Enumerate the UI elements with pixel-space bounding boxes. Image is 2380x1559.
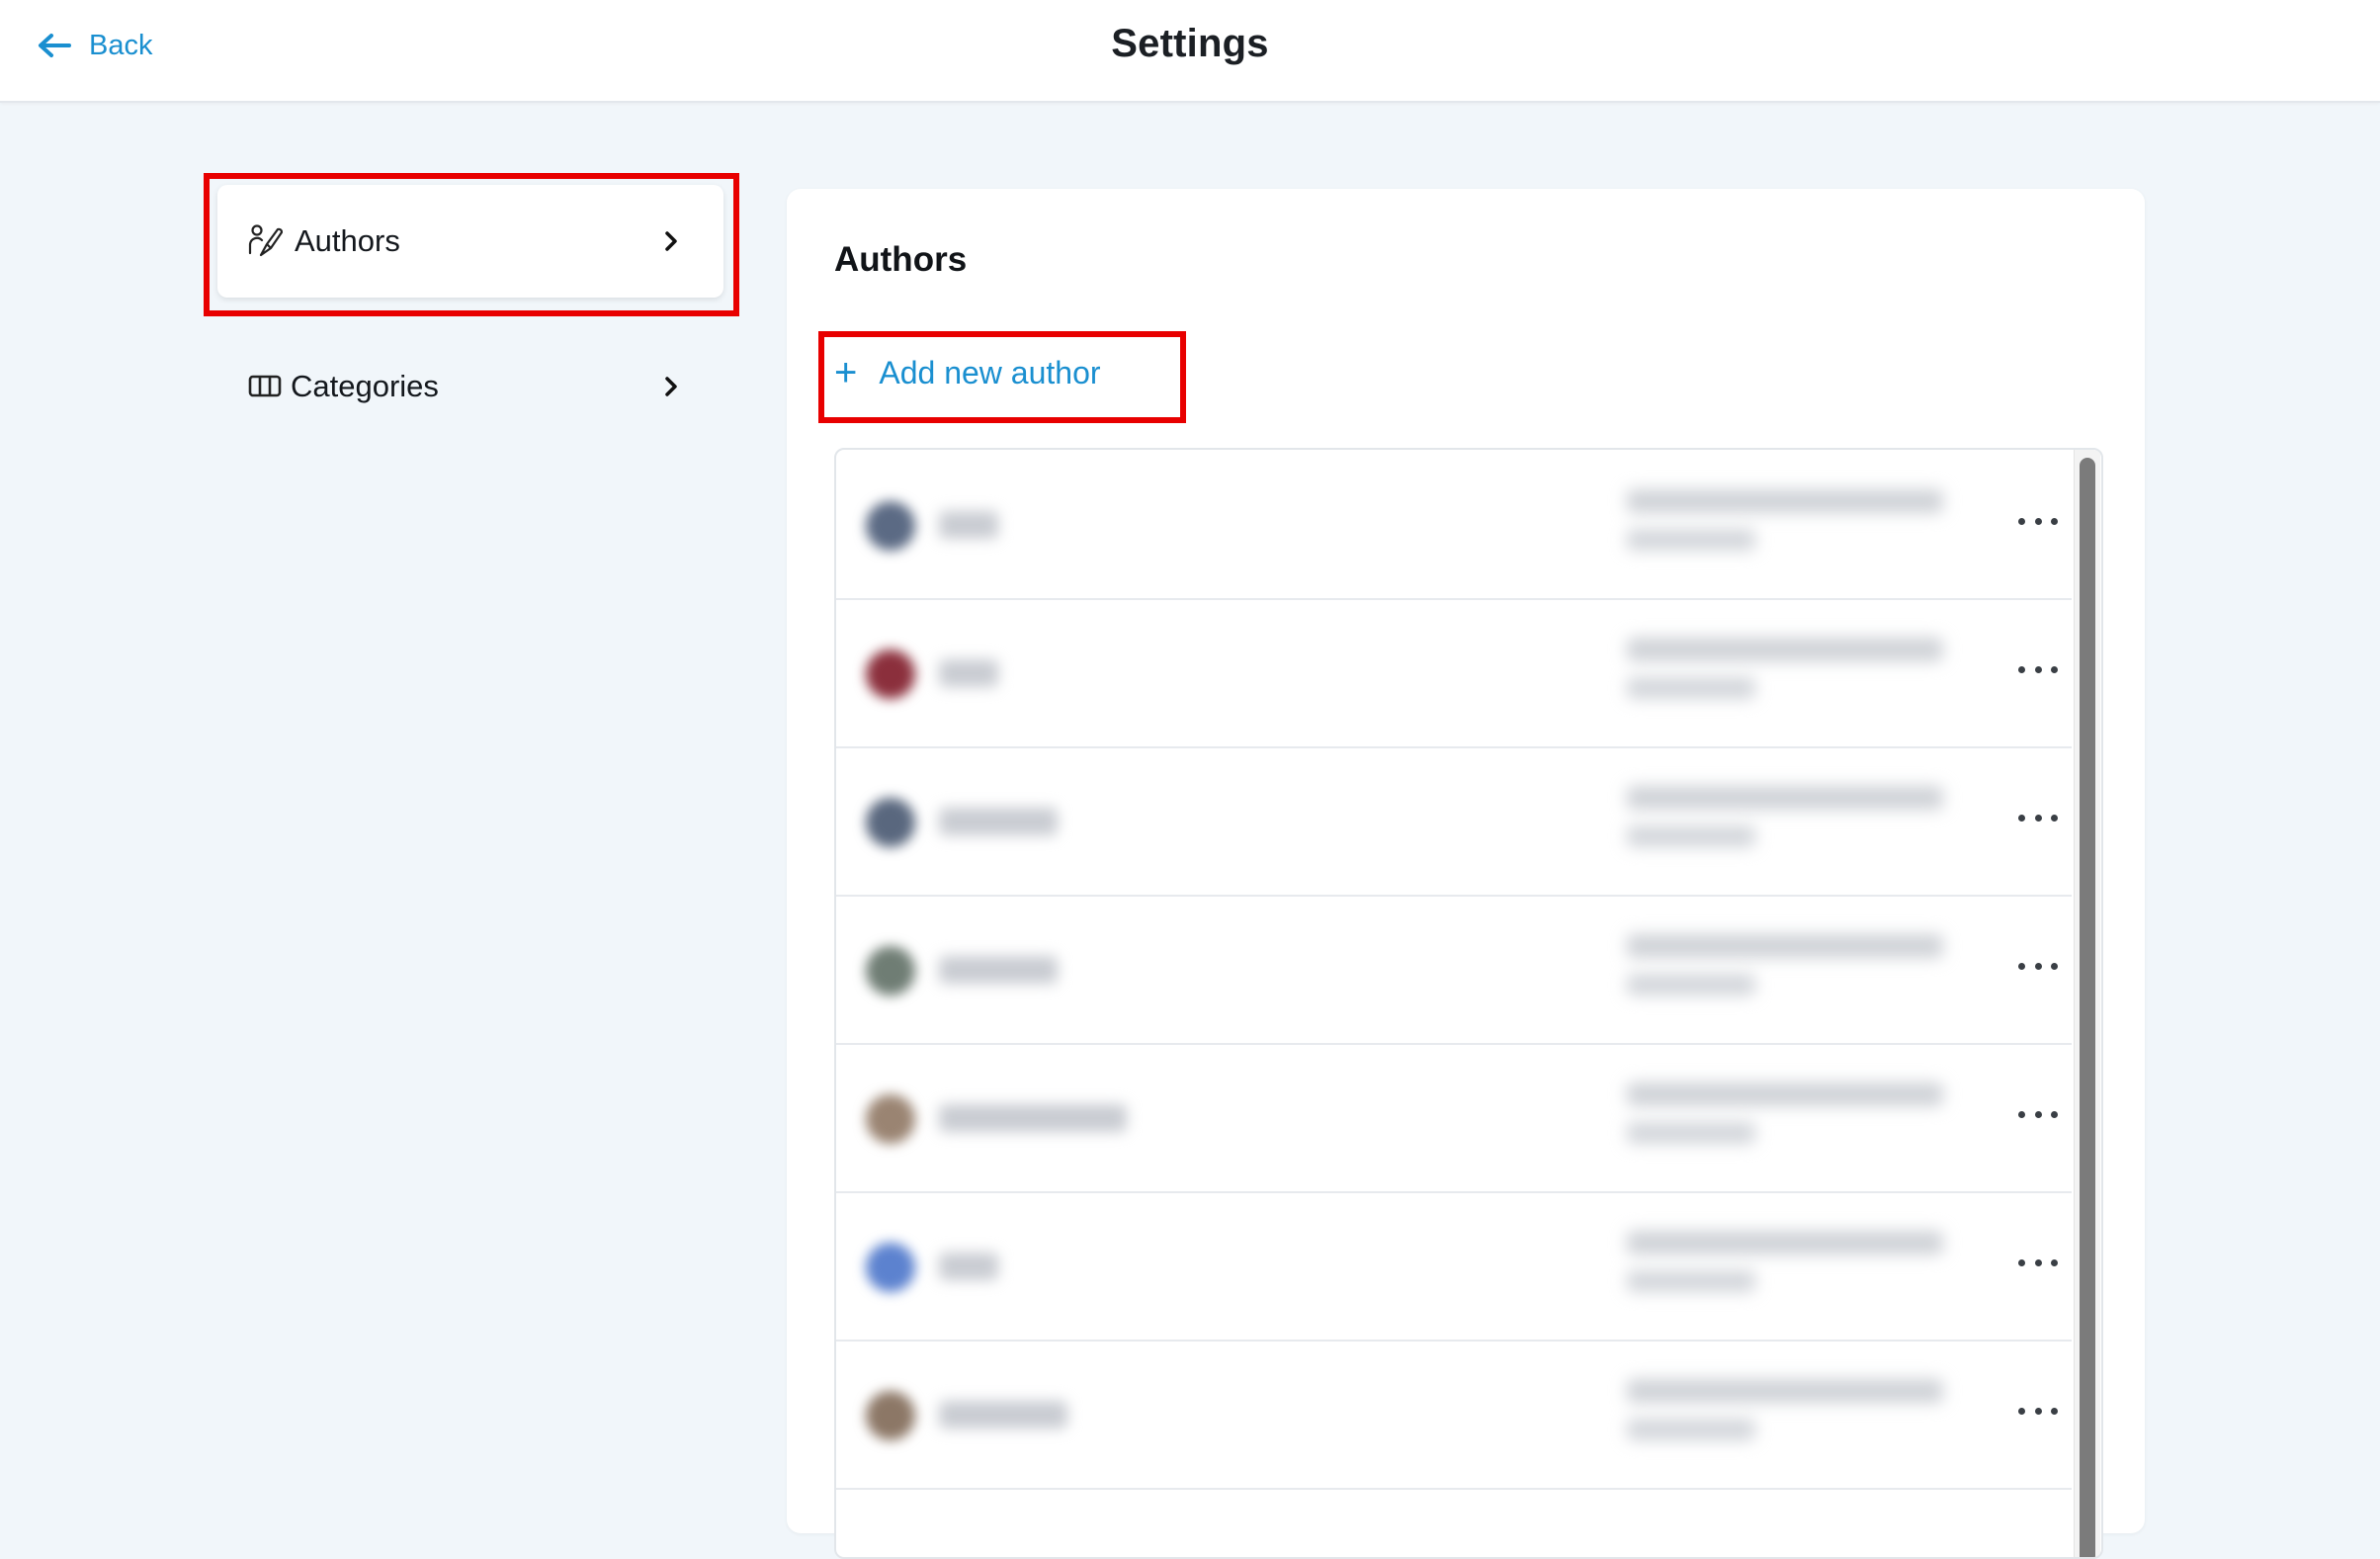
more-options-icon[interactable] — [2018, 651, 2058, 687]
avatar — [866, 650, 915, 699]
author-meta-blurred — [1627, 1379, 1943, 1403]
list-item[interactable] — [836, 895, 2072, 1045]
author-meta-blurred — [1627, 489, 1943, 513]
top-bar: Back Settings — [0, 0, 2380, 103]
author-name-blurred — [939, 808, 1058, 835]
chevron-right-icon — [665, 377, 677, 396]
panel-title: Authors — [834, 240, 968, 279]
add-new-author-label: Add new author — [879, 354, 1101, 390]
author-name-blurred — [939, 1253, 998, 1280]
page-title: Settings — [1111, 22, 1269, 65]
authors-icon — [248, 224, 283, 257]
authors-list — [834, 448, 2103, 1559]
author-meta-blurred — [1627, 677, 1755, 699]
chevron-right-icon — [665, 231, 677, 251]
list-item[interactable] — [836, 1340, 2072, 1490]
author-name-blurred — [939, 511, 998, 539]
avatar — [866, 798, 915, 847]
author-name-blurred — [939, 659, 998, 687]
avatar — [866, 1391, 915, 1440]
plus-icon: + — [834, 351, 858, 394]
author-meta-blurred — [1627, 974, 1755, 996]
sidebar-item-categories[interactable]: Categories — [217, 330, 723, 443]
more-options-icon[interactable] — [2018, 1096, 2058, 1132]
sidebar-item-label: Categories — [291, 369, 439, 403]
author-meta-blurred — [1627, 825, 1755, 847]
avatar — [866, 1243, 915, 1292]
more-options-icon[interactable] — [2018, 1393, 2058, 1429]
more-options-icon[interactable] — [2018, 948, 2058, 984]
author-meta-blurred — [1627, 638, 1943, 661]
author-meta-blurred — [1627, 529, 1755, 551]
add-new-author-button[interactable]: + Add new author — [834, 347, 1101, 398]
more-options-icon[interactable] — [2018, 800, 2058, 835]
list-item[interactable] — [836, 450, 2072, 600]
avatar — [866, 501, 915, 551]
list-item[interactable] — [836, 746, 2072, 897]
author-meta-blurred — [1627, 934, 1943, 958]
list-item[interactable] — [836, 1043, 2072, 1193]
avatar — [866, 1094, 915, 1144]
list-item[interactable] — [836, 1191, 2072, 1342]
authors-panel: Authors + Add new author — [787, 189, 2145, 1559]
columns-icon — [248, 375, 282, 397]
author-name-blurred — [939, 1401, 1067, 1429]
avatar — [866, 946, 915, 996]
scrollbar-thumb[interactable] — [2080, 458, 2095, 1557]
scrollbar[interactable] — [2074, 450, 2100, 1557]
more-options-icon[interactable] — [2018, 1245, 2058, 1280]
author-meta-blurred — [1627, 1231, 1943, 1255]
author-meta-blurred — [1627, 1083, 1943, 1106]
list-item[interactable] — [836, 598, 2072, 748]
author-name-blurred — [939, 1104, 1127, 1132]
author-meta-blurred — [1627, 786, 1943, 810]
more-options-icon[interactable] — [2018, 503, 2058, 539]
author-meta-blurred — [1627, 1419, 1755, 1440]
sidebar-item-authors[interactable]: Authors — [217, 185, 723, 298]
author-meta-blurred — [1627, 1122, 1755, 1144]
author-meta-blurred — [1627, 1270, 1755, 1292]
sidebar-item-label: Authors — [295, 223, 400, 258]
author-name-blurred — [939, 956, 1058, 984]
